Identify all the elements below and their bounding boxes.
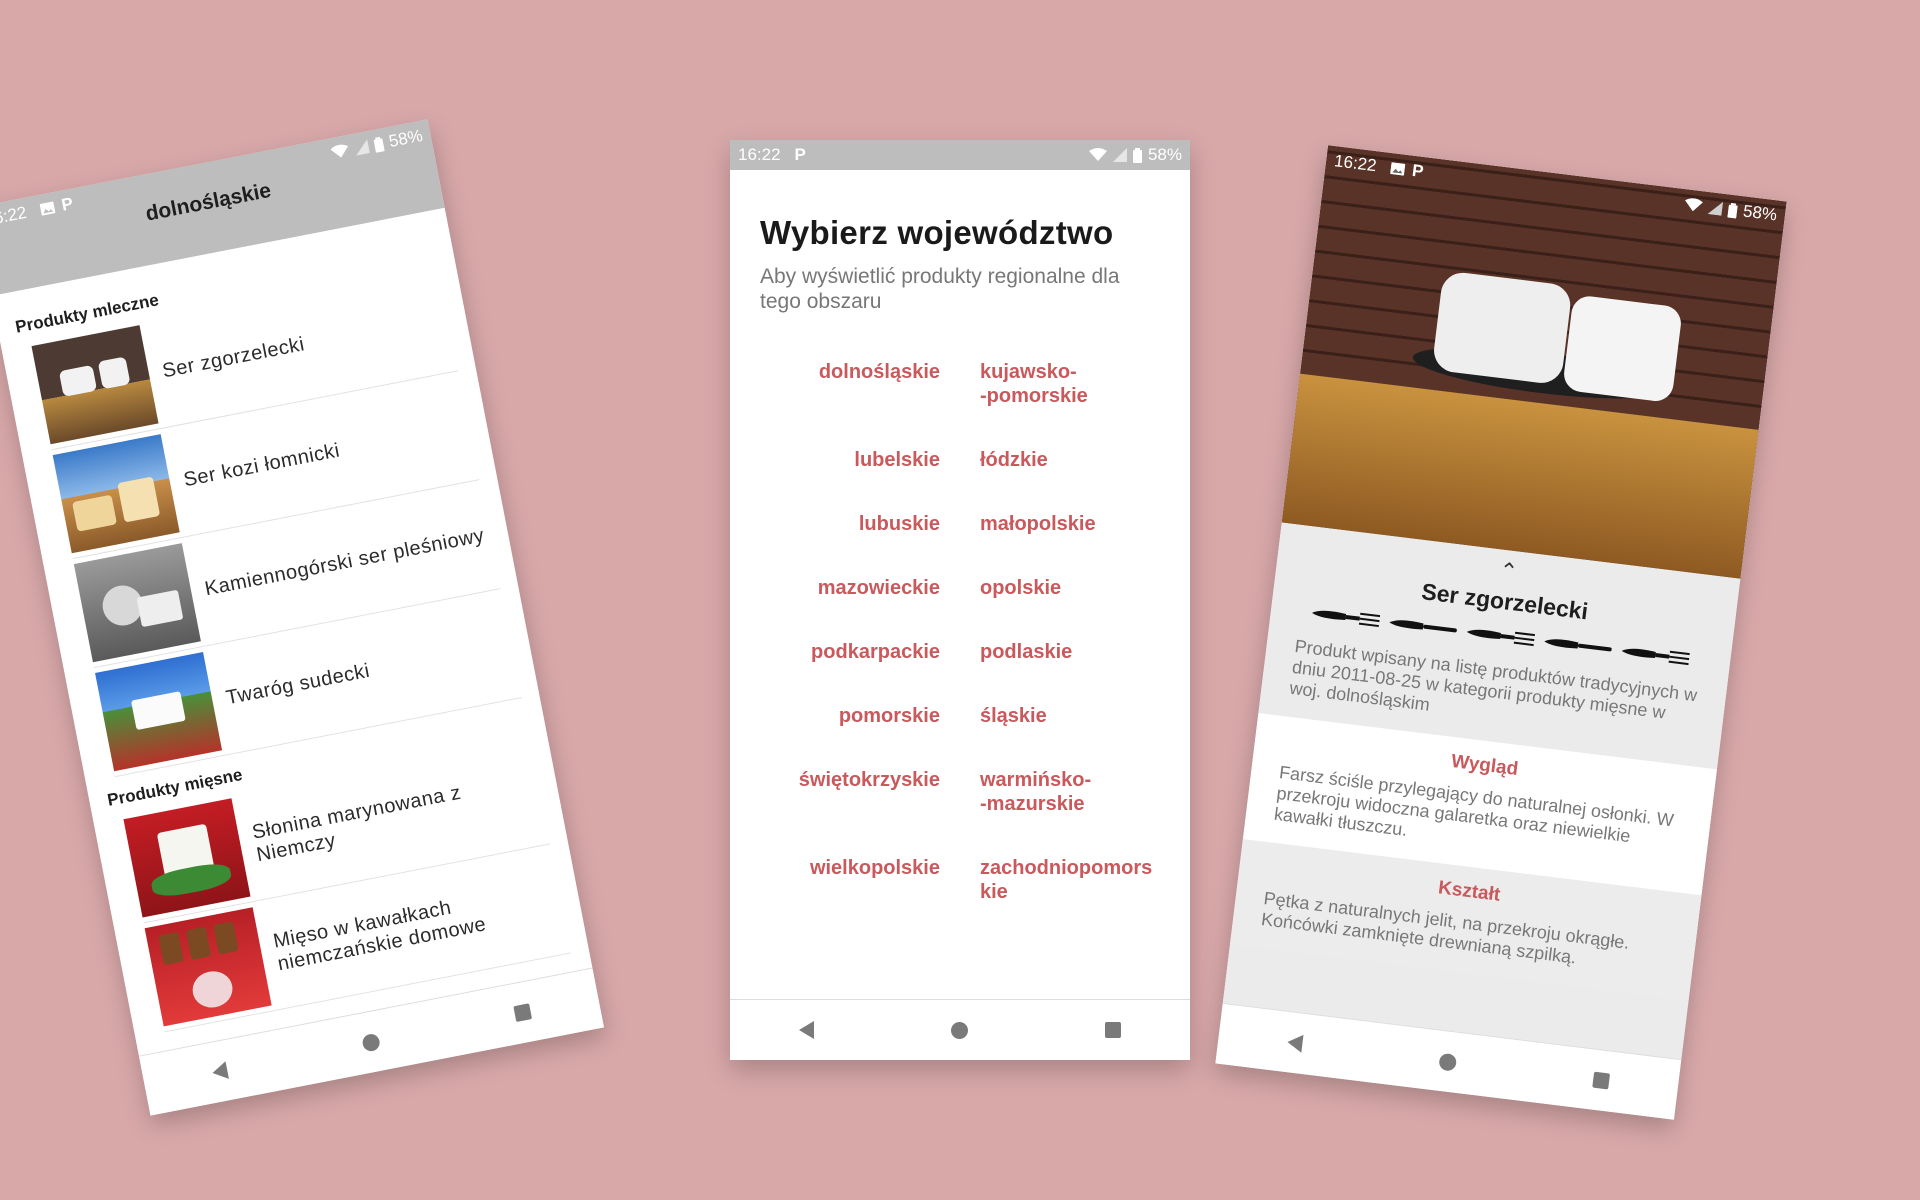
product-name: Kamiennogórski ser pleśniowy: [202, 523, 487, 600]
product-thumbnail: [73, 543, 201, 663]
product-name: Twaróg sudecki: [224, 659, 372, 709]
region-link[interactable]: dolnośląskie: [760, 360, 940, 408]
back-icon[interactable]: [798, 1021, 814, 1039]
region-link[interactable]: podkarpackie: [760, 640, 940, 664]
region-link[interactable]: opolskie: [980, 576, 1160, 600]
product-name: Ser zgorzelecki: [160, 332, 307, 382]
product-thumbnail: [31, 325, 159, 445]
home-icon[interactable]: [950, 1021, 968, 1039]
recent-apps-icon[interactable]: [1592, 1071, 1611, 1090]
battery-icon: [1727, 202, 1738, 218]
product-name: Ser kozi łomnicki: [181, 438, 342, 491]
product-name: Mięso w kawałkach niemczańskie domowe: [271, 896, 489, 976]
image-icon: [39, 201, 55, 216]
product-thumbnail: [144, 907, 272, 1027]
status-time: 16:22: [0, 202, 29, 230]
image-icon: [1389, 162, 1405, 176]
region-link[interactable]: śląskie: [980, 704, 1160, 728]
region-link[interactable]: pomorskie: [760, 704, 940, 728]
knife-fork-icon: [1311, 610, 1381, 628]
recent-apps-icon[interactable]: [513, 1003, 533, 1023]
p-icon: P: [794, 145, 806, 164]
region-picker-content: Wybierz województwo Aby wyświetlić produ…: [730, 170, 1190, 1000]
product-detail-sheet: ⌃ Ser zgorzelecki Produkt wpisany na lis…: [1222, 522, 1741, 1061]
home-icon[interactable]: [1438, 1052, 1458, 1072]
wifi-icon: [1685, 198, 1703, 212]
battery-percent: 58%: [1147, 145, 1182, 164]
region-link[interactable]: zachodniopomors kie: [980, 856, 1160, 904]
knife-fork-icon: [1466, 629, 1536, 647]
p-icon: P: [1411, 160, 1425, 182]
recent-apps-icon[interactable]: [1105, 1022, 1122, 1038]
region-link[interactable]: małopolskie: [980, 512, 1160, 536]
product-thumbnail: [123, 798, 251, 918]
battery-percent: 58%: [387, 125, 425, 151]
region-link[interactable]: wielkopolskie: [760, 856, 940, 904]
navigation-bar: [730, 999, 1190, 1060]
back-icon[interactable]: [210, 1061, 229, 1082]
page-subtitle: Aby wyświetlić produkty regionalne dla t…: [760, 265, 1120, 313]
phone-region-list: 16:22 P 58% dolnośląskie Produkty mleczn…: [0, 119, 605, 1116]
phone-product-detail: 16:22 P 58% ⌃ Ser zgorzelecki Produkt wp…: [1215, 145, 1787, 1120]
region-link[interactable]: lubelskie: [760, 448, 940, 472]
wifi-icon: [1088, 148, 1107, 161]
signal-icon: [1112, 148, 1127, 162]
home-icon[interactable]: [361, 1032, 381, 1053]
status-time: 16:22: [738, 145, 781, 164]
battery-icon: [373, 136, 385, 153]
battery-percent: 58%: [1741, 201, 1779, 225]
back-icon[interactable]: [1286, 1033, 1304, 1053]
page-title: Wybierz województwo: [760, 214, 1114, 251]
knife-fork-icon: [1389, 620, 1457, 633]
knife-fork-icon: [1544, 639, 1612, 652]
region-link[interactable]: mazowieckie: [760, 576, 940, 600]
knife-fork-icon: [1621, 648, 1690, 666]
product-list: Produkty mleczne Ser zgorzelecki Ser koz…: [0, 208, 593, 1057]
battery-icon: [1132, 147, 1142, 163]
region-grid: dolnośląskie kujawsko- -pomorskie lubels…: [760, 360, 1160, 904]
region-link[interactable]: kujawsko- -pomorskie: [980, 360, 1160, 408]
region-link[interactable]: łódzkie: [980, 448, 1160, 472]
region-link[interactable]: podlaskie: [980, 640, 1160, 664]
region-link[interactable]: warmińsko- -mazurskie: [980, 768, 1160, 816]
p-icon: P: [59, 193, 75, 215]
product-thumbnail: [95, 652, 223, 772]
region-link[interactable]: lubuskie: [760, 512, 940, 536]
status-bar: 16:22 P 58%: [730, 140, 1190, 170]
signal-icon: [1707, 201, 1724, 216]
product-thumbnail: [52, 434, 180, 554]
signal-icon: [356, 139, 370, 156]
phone-region-picker: 16:22 P 58% Wybierz województwo Aby wyśw…: [730, 140, 1190, 1060]
wifi-icon: [330, 144, 349, 158]
status-time: 16:22: [1333, 151, 1378, 176]
region-link[interactable]: świętokrzyskie: [760, 768, 940, 816]
product-name: Słonina marynowana z Niemczy: [250, 781, 463, 867]
